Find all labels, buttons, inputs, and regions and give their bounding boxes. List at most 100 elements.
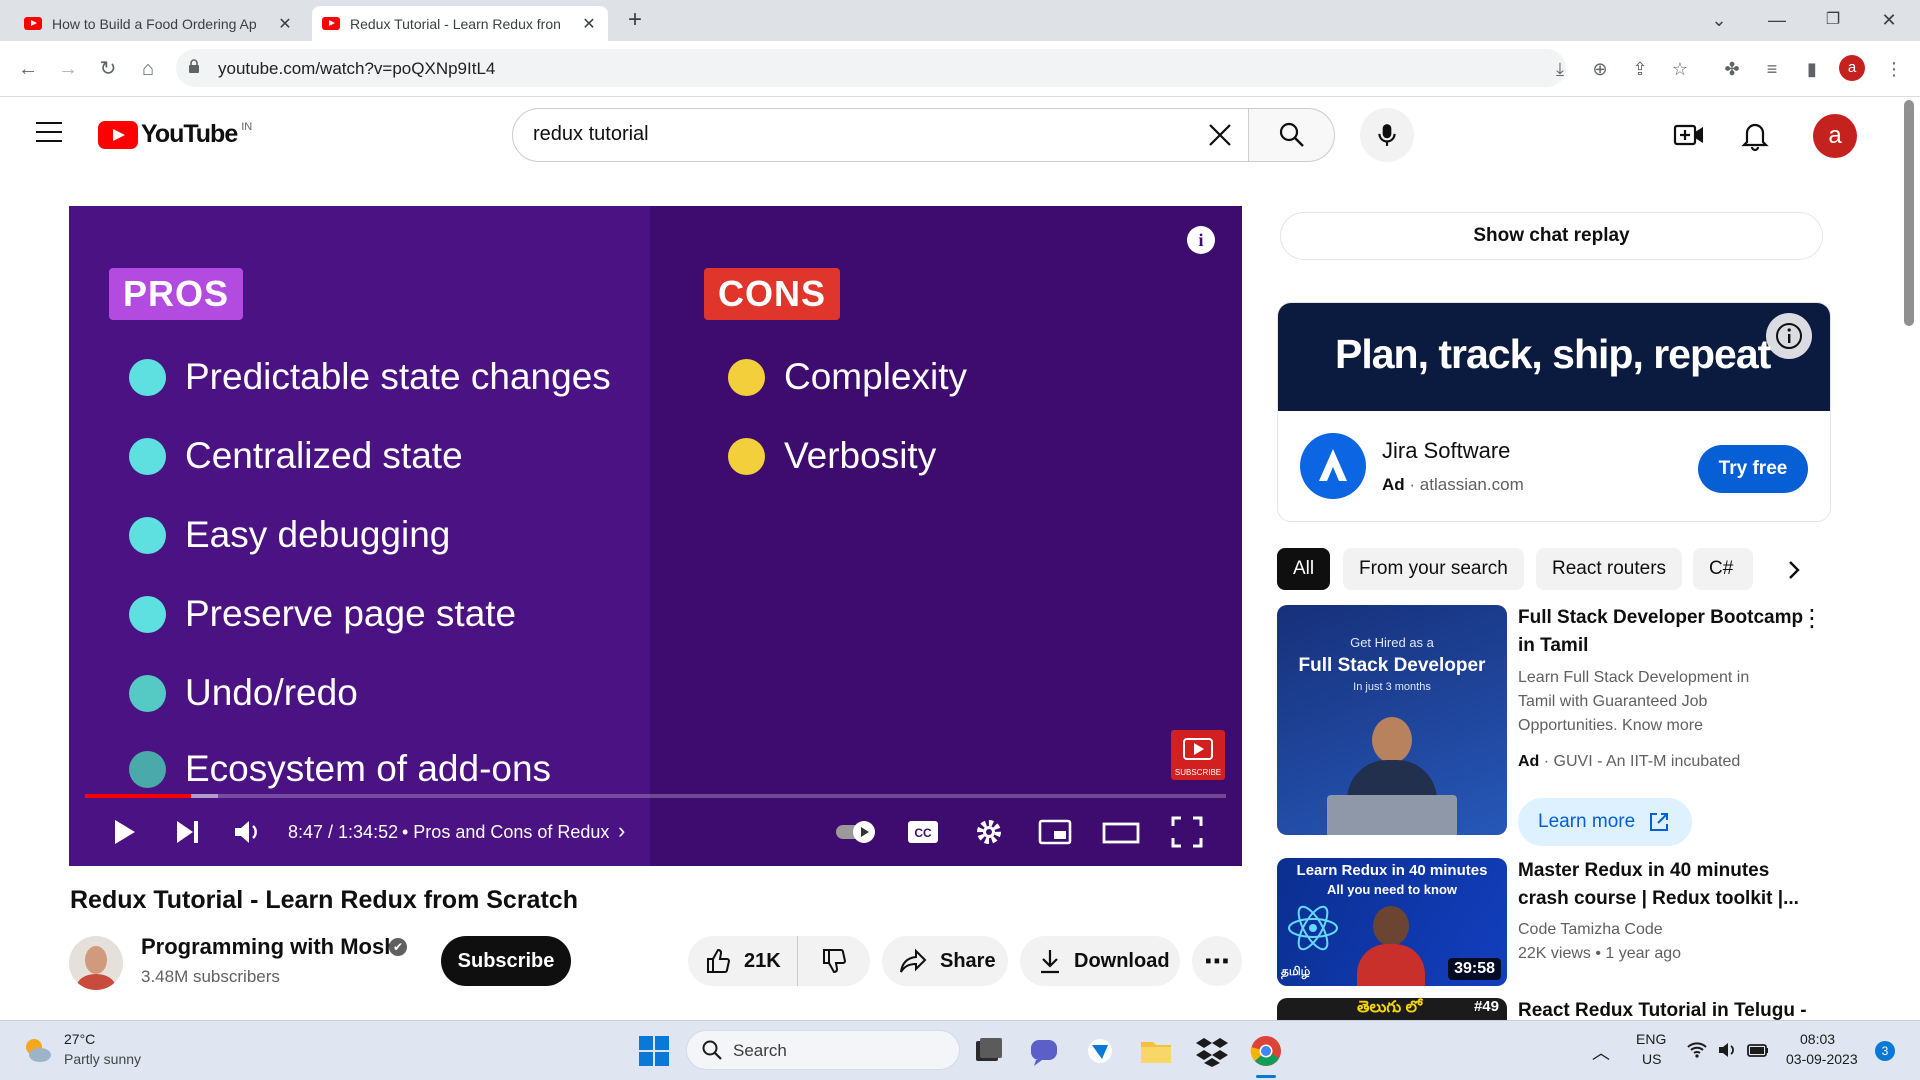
chrome-icon[interactable] <box>1248 1033 1284 1069</box>
volume-speaker-icon[interactable] <box>1716 1039 1738 1061</box>
account-avatar[interactable]: a <box>1813 114 1857 158</box>
windows-start-icon[interactable] <box>636 1033 672 1069</box>
ad-banner[interactable]: Plan, track, ship, repeat <box>1278 303 1830 411</box>
wifi-icon[interactable] <box>1686 1039 1708 1061</box>
learn-more-button[interactable]: Learn more <box>1518 798 1692 846</box>
subscribe-button[interactable]: Subscribe <box>441 936 571 986</box>
input-language[interactable]: ENG <box>1636 1031 1666 1047</box>
chips-next-chevron-icon[interactable] <box>1780 556 1808 584</box>
browser-tab-redux-tutorial[interactable]: Redux Tutorial - Learn Redux fron ✕ <box>312 6 608 41</box>
weather-partly-sunny-icon[interactable] <box>20 1033 54 1067</box>
weather-temperature[interactable]: 27°C <box>64 1031 95 1047</box>
chapter-chevron-icon[interactable]: › <box>618 818 625 844</box>
more-options-vertical-icon[interactable]: ⋮ <box>1800 604 1824 633</box>
pros-item: Preserve page state <box>129 593 516 635</box>
try-free-button[interactable]: Try free <box>1698 445 1808 493</box>
teams-chat-icon[interactable] <box>1026 1033 1062 1069</box>
side-panel-icon[interactable]: ▮ <box>1798 55 1826 83</box>
minimize-button[interactable]: — <box>1762 6 1792 34</box>
notifications-bell-icon[interactable] <box>1738 118 1772 152</box>
hamburger-menu-icon[interactable] <box>36 122 62 142</box>
search-box[interactable] <box>512 108 1249 162</box>
volume-icon[interactable] <box>227 812 267 852</box>
channel-avatar[interactable] <box>69 936 123 990</box>
youtube-logo[interactable]: YouTube IN <box>98 120 252 149</box>
forward-arrow-icon[interactable]: → <box>54 55 82 83</box>
battery-icon[interactable] <box>1746 1039 1770 1061</box>
download-button[interactable]: Download <box>1020 936 1180 986</box>
create-video-icon[interactable] <box>1672 118 1706 152</box>
maximize-button[interactable]: ❐ <box>1818 6 1848 34</box>
recommendation-thumbnail[interactable]: Learn Redux in 40 minutes All you need t… <box>1277 858 1507 986</box>
video-player[interactable]: PROS CONS Predictable state changes Cent… <box>69 206 1242 866</box>
chip-all[interactable]: All <box>1277 548 1331 590</box>
recommendation-channel[interactable]: Code Tamizha Code <box>1518 918 1663 942</box>
tab-search-chevron-icon[interactable]: ⌄ <box>1704 6 1734 34</box>
chip-from-your-search[interactable]: From your search <box>1343 548 1524 590</box>
zoom-icon[interactable]: ⊕ <box>1586 55 1614 83</box>
search-input[interactable] <box>533 123 1173 146</box>
profile-avatar[interactable]: a <box>1839 55 1865 81</box>
theater-mode-icon[interactable] <box>1101 812 1141 852</box>
address-bar[interactable]: youtube.com/watch?v=poQXNp9ItL4 <box>176 49 1566 87</box>
recommendation-title[interactable]: Full Stack Developer Bootcamp <box>1518 604 1803 632</box>
video-info-icon[interactable]: i <box>1187 226 1215 254</box>
browser-menu-icon[interactable]: ⋮ <box>1880 55 1908 83</box>
like-button[interactable]: 21K <box>688 936 798 986</box>
input-region[interactable]: US <box>1642 1051 1661 1067</box>
task-view-icon[interactable] <box>970 1033 1006 1069</box>
autoplay-toggle[interactable] <box>833 812 883 852</box>
notification-badge[interactable]: 3 <box>1875 1041 1895 1061</box>
recommendation-title[interactable]: crash course | Redux toolkit |... <box>1518 885 1799 913</box>
new-tab-button[interactable]: + <box>620 6 650 34</box>
progress-bar[interactable] <box>85 794 1226 798</box>
ad-card[interactable]: Plan, track, ship, repeat Jira Software … <box>1277 302 1831 522</box>
next-video-icon[interactable] <box>167 812 207 852</box>
chip-csharp[interactable]: C# <box>1693 548 1753 590</box>
search-button[interactable] <box>1249 108 1335 162</box>
bookmark-star-icon[interactable]: ☆ <box>1666 55 1694 83</box>
recommendation-title[interactable]: in Tamil <box>1518 632 1588 660</box>
ad-info-button[interactable] <box>1766 313 1812 359</box>
recommendation-thumbnail[interactable]: తెలుగు లో #49 <box>1277 998 1507 1020</box>
recommendation-title[interactable]: React Redux Tutorial in Telugu - <box>1518 997 1807 1020</box>
clear-search-icon[interactable] <box>1206 121 1234 149</box>
copilot-app-icon[interactable] <box>1082 1033 1118 1069</box>
dropbox-icon[interactable] <box>1194 1033 1230 1069</box>
more-actions-button[interactable]: ⋯ <box>1192 936 1242 986</box>
page-scrollbar[interactable] <box>1904 100 1914 326</box>
chip-react-routers[interactable]: React routers <box>1536 548 1683 590</box>
advertiser-name[interactable]: Jira Software <box>1382 438 1510 464</box>
share-button[interactable]: Share <box>882 936 1008 986</box>
voice-search-button[interactable] <box>1360 108 1414 162</box>
extensions-puzzle-icon[interactable]: ✤ <box>1718 55 1746 83</box>
back-arrow-icon[interactable]: ← <box>14 55 42 83</box>
media-playlist-icon[interactable]: ≡ <box>1758 55 1786 83</box>
install-app-icon[interactable]: ⤓ <box>1546 55 1574 83</box>
dislike-button[interactable] <box>798 936 870 986</box>
channel-name[interactable]: Programming with Mosh <box>141 934 398 960</box>
play-icon[interactable] <box>103 812 143 852</box>
home-icon[interactable]: ⌂ <box>134 55 162 83</box>
clock-time[interactable]: 08:03 <box>1800 1031 1835 1047</box>
chapter-title[interactable]: • Pros and Cons of Redux <box>402 822 609 843</box>
file-explorer-icon[interactable] <box>1138 1033 1174 1069</box>
fullscreen-icon[interactable] <box>1167 812 1207 852</box>
share-page-icon[interactable]: ⇪ <box>1626 55 1654 83</box>
miniplayer-icon[interactable] <box>1035 812 1075 852</box>
browser-tab-food-ordering[interactable]: How to Build a Food Ordering Ap ✕ <box>14 6 304 41</box>
show-hidden-icons-chevron-icon[interactable]: ︿ <box>1592 1039 1610 1065</box>
recommendation-thumbnail[interactable]: Get Hired as a Full Stack Developer In j… <box>1277 605 1507 835</box>
recommendation-title[interactable]: Master Redux in 40 minutes <box>1518 857 1769 885</box>
close-window-button[interactable]: ✕ <box>1874 6 1904 34</box>
reload-icon[interactable]: ↻ <box>94 55 122 83</box>
settings-gear-icon[interactable] <box>969 812 1009 852</box>
tab-close-icon[interactable]: ✕ <box>276 14 294 34</box>
show-chat-replay-button[interactable]: Show chat replay <box>1280 212 1823 260</box>
tab-close-icon[interactable]: ✕ <box>580 14 598 34</box>
closed-captions-icon[interactable]: CC <box>903 812 943 852</box>
taskbar-search-box[interactable]: Search <box>686 1030 960 1070</box>
clock-date[interactable]: 03-09-2023 <box>1786 1051 1858 1067</box>
subscribe-watermark[interactable]: SUBSCRIBE <box>1171 730 1225 780</box>
weather-description[interactable]: Partly sunny <box>64 1051 141 1067</box>
